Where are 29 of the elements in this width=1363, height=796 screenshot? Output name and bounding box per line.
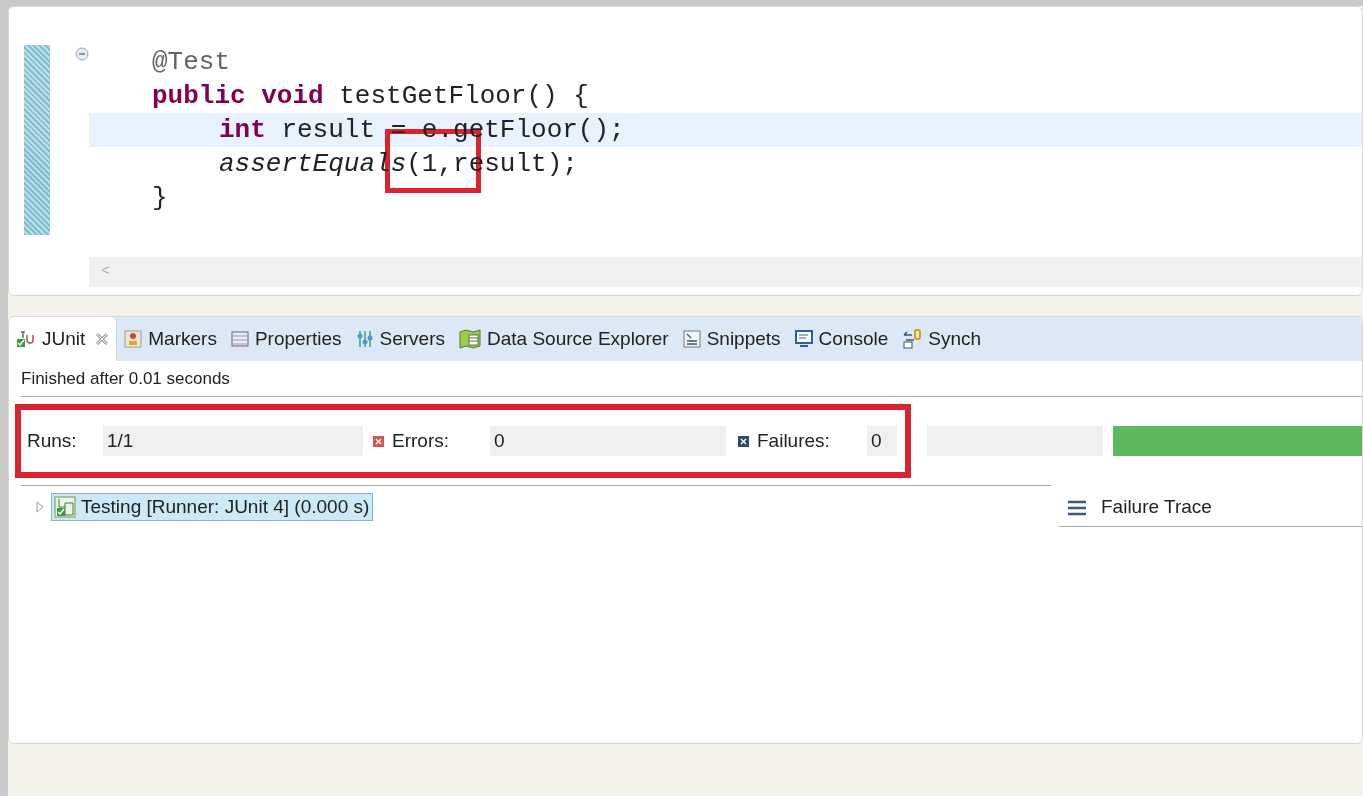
view-tab[interactable]: Console <box>787 317 896 361</box>
counter-value: 1/1 <box>103 426 363 456</box>
failure-trace-title: Failure Trace <box>1101 495 1212 520</box>
counter-label: Failures: <box>757 428 831 453</box>
view-tab[interactable]: Properties <box>223 317 349 361</box>
counter-label: Errors: <box>392 428 450 453</box>
code-line: int result = e.getFloor(); <box>219 115 625 145</box>
view-tab[interactable]: Servers <box>348 317 452 361</box>
counter-label: Runs: <box>27 428 78 453</box>
tab-label: Properties <box>254 326 342 351</box>
view-tab[interactable]: Snippets <box>675 317 788 361</box>
code-line: @Test <box>152 47 230 77</box>
tab-label: Synch <box>928 326 982 351</box>
view-tab[interactable]: JUnit <box>9 317 118 361</box>
tab-label: Servers <box>379 326 445 351</box>
view-tab[interactable]: Data Source Explorer <box>452 317 676 361</box>
view-tab[interactable]: Markers <box>117 317 224 361</box>
status-text: Finished after 0.01 seconds <box>21 361 1362 397</box>
tab-label: Snippets <box>706 326 781 351</box>
tab-label: Markers <box>148 326 217 351</box>
counter-value: 0 <box>867 426 897 456</box>
tree-item[interactable]: Testing [Runner: JUnit 4] (0.000 s) <box>51 493 374 521</box>
tab-label: Data Source Explorer <box>487 326 669 351</box>
code-line: public void testGetFloor() { <box>152 81 589 111</box>
code-line: } <box>152 183 168 213</box>
tab-label: Console <box>818 326 889 351</box>
counter-value: 0 <box>490 426 726 456</box>
view-tab[interactable]: Synch <box>895 317 989 361</box>
tab-label: JUnit <box>42 326 86 351</box>
